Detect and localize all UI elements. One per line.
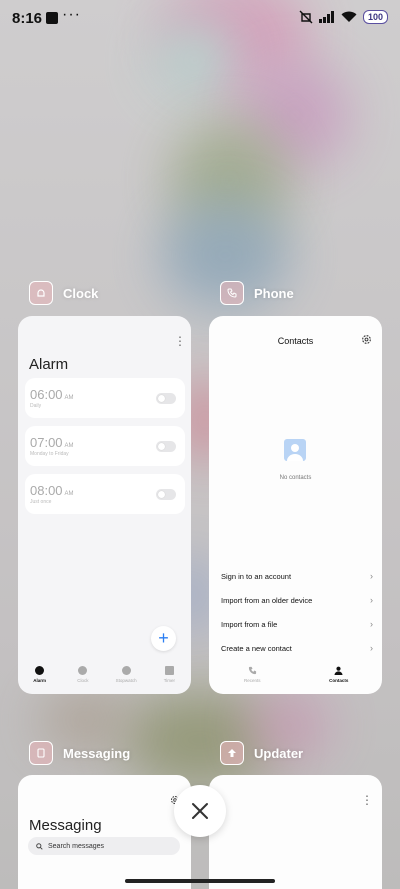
timer-icon [164,666,174,675]
option-label: Sign in to an account [221,571,292,581]
status-bar: 8:16 ··· 100 [0,0,400,36]
import-file-option[interactable]: Import from a file › [221,617,373,631]
alarm-ampm: AM [64,443,74,449]
contact-placeholder-icon [284,439,306,461]
messaging-app-name: Messaging [63,745,131,761]
tab-contacts[interactable]: Contacts [296,660,383,694]
contacts-page-title: Contacts [277,336,314,346]
tab-timer[interactable]: Timer [148,660,191,694]
tab-label: Stopwatch [115,678,137,683]
tab-label: Alarm [33,678,46,683]
import-older-device-option[interactable]: Import from an older device › [221,593,373,607]
chevron-right-icon: › [370,619,373,629]
tab-label: Clock [77,678,89,683]
more-options-icon[interactable]: ⋮ [174,334,186,348]
messaging-app-header[interactable]: Messaging [29,741,130,765]
alarm-time-value: 07:00 [30,435,63,450]
messaging-app-icon [29,741,53,765]
alarm-time: 07:00 AM [30,435,74,450]
search-icon [36,842,43,850]
option-label: Create a new contact [221,643,292,653]
alarm-ampm: AM [64,491,74,497]
clock-app-card[interactable]: ⋮ Alarm 06:00 AM Daily 07:00 AM Monday to … [18,316,191,694]
close-icon [192,803,208,819]
updater-app-name: Updater [254,745,304,761]
search-messages-input[interactable]: Search messages [28,837,180,855]
clock-app-header[interactable]: Clock [29,281,98,305]
clock-app-icon [29,281,53,305]
tab-alarm[interactable]: Alarm [18,660,61,694]
tab-label: Timer [163,678,176,683]
signal-icon [318,11,334,23]
more-options-icon[interactable]: ⋮ [361,793,373,807]
battery-indicator: 100 [362,10,388,24]
phone-app-card[interactable]: Contacts No contacts Sign in to an accou… [209,316,382,694]
alarm-ampm: AM [64,395,74,401]
alarm-item[interactable]: 08:00 AM Just once [25,474,185,514]
alarm-time-value: 08:00 [30,483,63,498]
updater-app-card[interactable]: ⋮ [209,775,382,889]
search-placeholder: Search messages [48,842,105,850]
empty-state-text: No contacts [279,475,312,481]
tab-label: Contacts [329,678,349,683]
alarm-icon [35,666,45,675]
alarm-item[interactable]: 07:00 AM Monday to Friday [25,426,185,466]
tab-stopwatch[interactable]: Stopwatch [105,660,148,694]
more-notifications-icon: ··· [62,6,81,23]
notification-icon [46,12,58,24]
alarm-repeat: Daily [30,403,42,409]
status-time: 8:16 [12,10,43,27]
alarm-toggle[interactable] [156,441,176,452]
alarm-page-title: Alarm [29,356,69,373]
wifi-icon [341,11,357,22]
updater-app-header[interactable]: Updater [220,741,303,765]
clock-icon [78,666,88,675]
option-label: Import from a file [221,619,278,629]
create-contact-option[interactable]: Create a new contact › [221,641,373,655]
alarm-time-value: 06:00 [30,387,63,402]
contacts-person-icon [334,666,343,675]
messaging-page-title: Messaging [29,817,102,834]
phone-bottom-nav: Recents Contacts [209,660,382,694]
alarm-time: 08:00 AM [30,483,74,498]
phone-app-name: Phone [254,285,294,301]
alarm-time: 06:00 AM [30,387,74,402]
home-gesture-bar[interactable] [125,879,275,883]
settings-gear-icon[interactable] [361,334,372,345]
tab-clock[interactable]: Clock [61,660,104,694]
alarm-toggle[interactable] [156,393,176,404]
alarm-repeat: Just once [30,499,52,505]
chevron-right-icon: › [370,643,373,653]
phone-app-header[interactable]: Phone [220,281,294,305]
clear-all-button[interactable] [174,785,226,837]
option-label: Import from an older device [221,595,313,605]
alarm-repeat: Monday to Friday [30,451,69,457]
phone-recents-icon [248,666,256,675]
tab-recents[interactable]: Recents [209,660,296,694]
chevron-right-icon: › [370,571,373,581]
add-alarm-button[interactable]: + [151,626,176,651]
alarm-item[interactable]: 06:00 AM Daily [25,378,185,418]
mute-vibrate-icon [299,10,313,24]
updater-app-icon [220,741,244,765]
phone-app-icon [220,281,244,305]
clock-bottom-nav: Alarm Clock Stopwatch Timer [18,660,191,694]
messaging-app-card[interactable]: Messaging Search messages [18,775,191,889]
chevron-right-icon: › [370,595,373,605]
sign-in-account-option[interactable]: Sign in to an account › [221,569,373,583]
alarm-toggle[interactable] [156,489,176,500]
stopwatch-icon [121,666,131,675]
clock-app-name: Clock [63,285,99,301]
tab-label: Recents [243,678,261,683]
